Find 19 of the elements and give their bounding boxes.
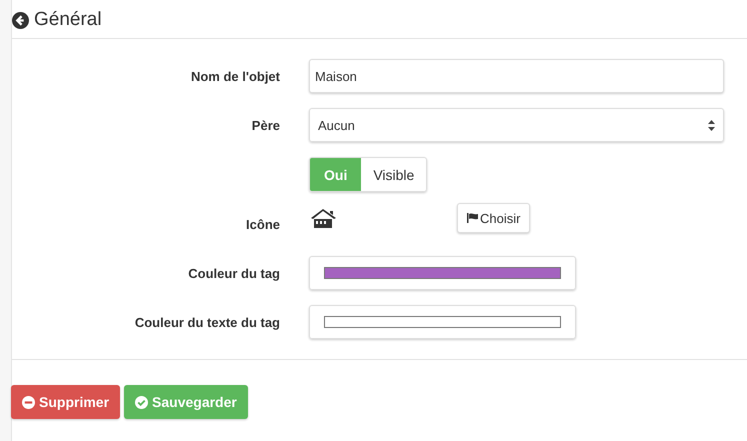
field-label: Icône <box>246 216 280 232</box>
field-label: Couleur du tag <box>188 266 280 280</box>
text-field[interactable]: Maison <box>309 59 724 93</box>
house-icon <box>309 207 338 229</box>
choose-button[interactable]: Choisir <box>457 203 530 233</box>
delete-button[interactable]: Supprimer <box>11 385 120 419</box>
sort-icon <box>708 120 715 130</box>
check-circle-icon <box>135 396 148 408</box>
flag-icon <box>467 213 478 223</box>
field-label: Père <box>252 118 280 132</box>
field-label: Couleur du texte du tag <box>134 314 280 330</box>
field-label: Nom de l'objet <box>190 68 280 84</box>
page-title: Général <box>34 9 102 31</box>
minus-circle-icon <box>22 396 35 408</box>
select-field[interactable]: Aucun <box>309 108 724 142</box>
back-icon[interactable] <box>12 12 29 28</box>
toggle-switch[interactable]: Oui Visible <box>309 157 428 192</box>
color-field[interactable] <box>309 256 576 290</box>
color-field[interactable] <box>309 305 576 339</box>
